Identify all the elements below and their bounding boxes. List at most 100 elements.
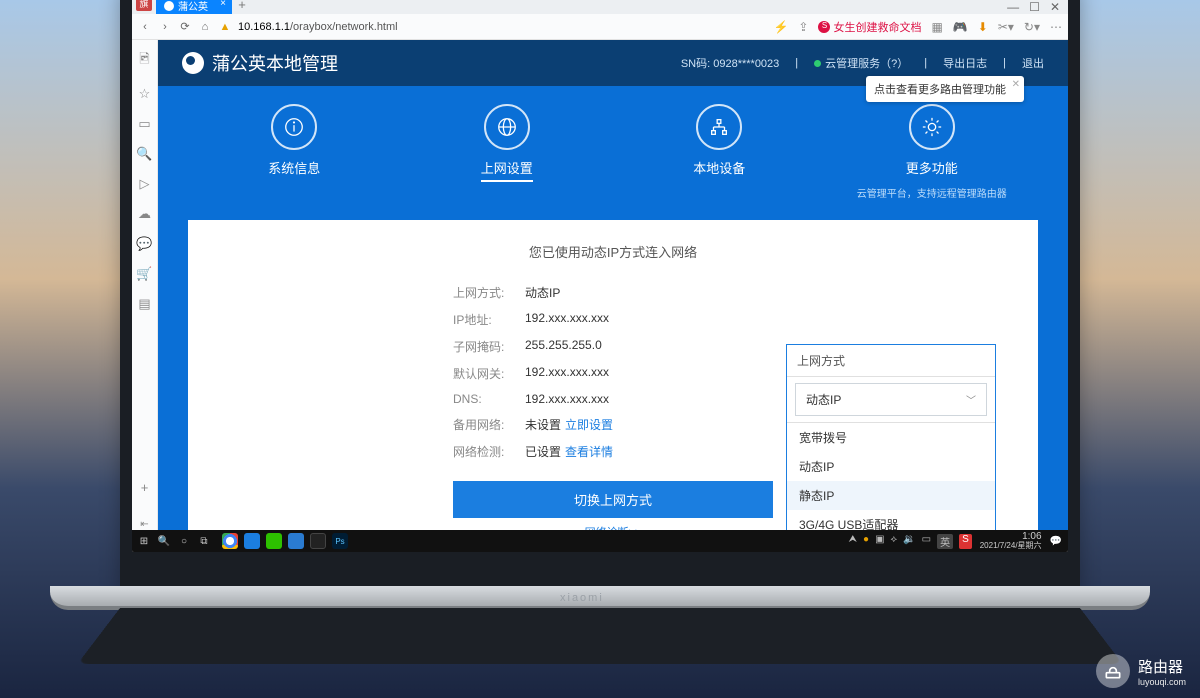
rail-video-icon[interactable]: ▷ (140, 176, 150, 192)
tray-battery-icon[interactable]: ▭ (922, 534, 931, 549)
promo-badge-icon: S (818, 21, 830, 33)
rail-collapse-icon[interactable]: ⇤ (140, 519, 148, 530)
dropdown-option[interactable]: 静态IP (787, 481, 995, 510)
sn-label: SN码: (681, 58, 710, 70)
dropdown-title: 上网方式 (787, 345, 995, 377)
window-controls: — ☐ ✕ (1007, 0, 1068, 14)
rail-star-icon[interactable]: ☆ (139, 86, 151, 102)
url-display[interactable]: 10.168.1.1/oraybox/network.html (238, 21, 398, 33)
windows-taskbar: ⊞ 🔍 ○ ⧉ Ps ⮝ ● ▣ ⟡ 🔉 ▭ (132, 530, 1068, 552)
switch-method-button[interactable]: 切换上网方式 (453, 481, 773, 518)
connection-status: 您已使用动态IP方式连入网络 (218, 242, 1008, 261)
notification-center-icon[interactable]: 💬 (1050, 536, 1062, 547)
gamepad-icon[interactable]: 🎮 (953, 20, 968, 34)
nav-system-info[interactable]: 系统信息 (214, 104, 374, 200)
clock-date: 2021/7/24/星期六 (980, 542, 1042, 550)
taskbar-clock[interactable]: 1:06 2021/7/24/星期六 (980, 532, 1042, 550)
app-logo[interactable]: 蒲公英本地管理 (182, 50, 338, 76)
address-bar: ‹ › ⟳ ⌂ ▲ 10.168.1.1/oraybox/network.htm… (132, 14, 1068, 40)
backup-setup-link[interactable]: 立即设置 (565, 418, 613, 432)
row-ip: IP地址:192.xxx.xxx.xxx (453, 306, 773, 333)
browser-side-rail: 🖻 ☆ ▭ 🔍 ▷ ☁ 💬 🛒 ▤ + ⇤ (132, 40, 158, 530)
dropdown-selected[interactable]: 动态IP ﹀ (795, 383, 987, 416)
cloud-service-link[interactable]: 云管理服务（?） (814, 55, 908, 71)
nav-more-features[interactable]: 更多功能 云管理平台，支持远程管理路由器 (852, 104, 1012, 200)
taskbar-app-icon[interactable] (244, 533, 260, 549)
rail-book-icon[interactable]: ▭ (138, 116, 150, 132)
watermark-title: 路由器 (1138, 656, 1186, 677)
taskbar-photoshop-icon[interactable]: Ps (332, 533, 348, 549)
task-view-button[interactable]: ⧉ (198, 535, 210, 547)
scissors-icon[interactable]: ✂▾ (998, 20, 1014, 34)
nav-label: 上网设置 (481, 158, 533, 182)
tray-icon[interactable]: ▣ (875, 534, 884, 549)
tray-wifi-icon[interactable]: ⟡ (891, 534, 898, 549)
row-mask: 子网掩码:255.255.255.0 (453, 333, 773, 360)
tab-close-icon[interactable]: × (220, 0, 226, 9)
tray-icon[interactable]: ● (863, 534, 869, 549)
watermark-icon (1096, 654, 1130, 688)
more-features-tooltip: 点击查看更多路由管理功能 ✕ (866, 76, 1024, 102)
gear-icon (909, 104, 955, 150)
nav-local-devices[interactable]: 本地设备 (639, 104, 799, 200)
more-icon[interactable]: ⋯ (1050, 20, 1062, 34)
export-log-link[interactable]: 导出日志 (943, 55, 987, 71)
flash-icon[interactable]: ⚡ (773, 20, 788, 34)
taskbar-wechat-icon[interactable] (266, 533, 282, 549)
new-tab-button[interactable]: + (232, 0, 252, 14)
download-icon[interactable]: ⬇ (978, 20, 988, 34)
dropdown-option[interactable]: 宽带拨号 (787, 423, 995, 452)
window-minimize-button[interactable]: — (1007, 0, 1019, 14)
qr-icon[interactable]: ▦ (931, 20, 942, 34)
nav-internet-settings[interactable]: 上网设置 (427, 104, 587, 200)
active-tab[interactable]: 蒲公英 × (156, 0, 232, 14)
header-right: SN码: 0928****0023 | 云管理服务（?） | 导出日志 | 退出 (681, 55, 1044, 71)
window-maximize-button[interactable]: ☐ (1029, 0, 1040, 14)
globe-icon (484, 104, 530, 150)
share-icon[interactable]: ⇪ (798, 20, 808, 34)
laptop-bezel: 旗 蒲公英 × + — ☐ ✕ ‹ › ⟳ ⌂ ▲ 10.168.1.1/ora… (120, 0, 1080, 590)
tray-icon[interactable]: ⮝ (849, 534, 858, 549)
promo-pill[interactable]: S 女生创建救命文档 (818, 19, 921, 35)
screen: 旗 蒲公英 × + — ☐ ✕ ‹ › ⟳ ⌂ ▲ 10.168.1.1/ora… (132, 0, 1068, 552)
taskbar-app-icon[interactable] (310, 533, 326, 549)
tab-favicon-icon (164, 1, 174, 11)
rail-chat-icon[interactable]: 💬 (136, 236, 152, 252)
nav-home-button[interactable]: ⌂ (198, 21, 212, 33)
rail-icon-1[interactable]: 🖻 (139, 50, 149, 72)
search-button[interactable]: 🔍 (158, 535, 170, 547)
rail-note-icon[interactable]: ▤ (138, 296, 150, 312)
window-close-button[interactable]: ✕ (1050, 0, 1060, 14)
tooltip-close-icon[interactable]: ✕ (1012, 79, 1020, 90)
chevron-down-icon: ﹀ (966, 392, 976, 407)
laptop-keyboard (77, 608, 1123, 664)
sn-value: 0928****0023 (713, 58, 779, 70)
rail-cart-icon[interactable]: 🛒 (136, 266, 152, 282)
nav-label: 更多功能 (906, 158, 958, 177)
cortana-icon[interactable]: ○ (178, 535, 190, 547)
logout-link[interactable]: 退出 (1022, 55, 1044, 71)
tray-ime-cn-icon[interactable]: S (959, 534, 972, 549)
nav-forward-button[interactable]: › (158, 21, 172, 33)
nav-reload-button[interactable]: ⟳ (178, 20, 192, 33)
watermark-sub: luyouqi.com (1138, 677, 1186, 687)
rail-search-icon[interactable]: 🔍 (136, 146, 152, 162)
dropdown-option[interactable]: 动态IP (787, 452, 995, 481)
info-icon (271, 104, 317, 150)
row-backup: 备用网络:未设置立即设置 (453, 411, 773, 438)
tray-ime-icon[interactable]: 英 (937, 534, 953, 549)
network-icon (696, 104, 742, 150)
nav-back-button[interactable]: ‹ (138, 21, 152, 33)
tooltip-text: 点击查看更多路由管理功能 (874, 84, 1006, 96)
settings-card: 您已使用动态IP方式连入网络 上网方式:动态IP IP地址:192.xxx.xx… (188, 220, 1038, 552)
refresh-menu-icon[interactable]: ↻▾ (1024, 20, 1040, 34)
dropdown-selected-value: 动态IP (806, 391, 841, 408)
rail-add-button[interactable]: + (141, 480, 149, 495)
taskbar-chrome-icon[interactable] (222, 533, 238, 549)
start-button[interactable]: ⊞ (138, 535, 150, 547)
row-dns: DNS:192.xxx.xxx.xxx (453, 387, 773, 411)
tray-volume-icon[interactable]: 🔉 (903, 534, 915, 549)
taskbar-app-icon[interactable] (288, 533, 304, 549)
detect-detail-link[interactable]: 查看详情 (565, 445, 613, 459)
rail-cloud-icon[interactable]: ☁ (138, 206, 151, 222)
